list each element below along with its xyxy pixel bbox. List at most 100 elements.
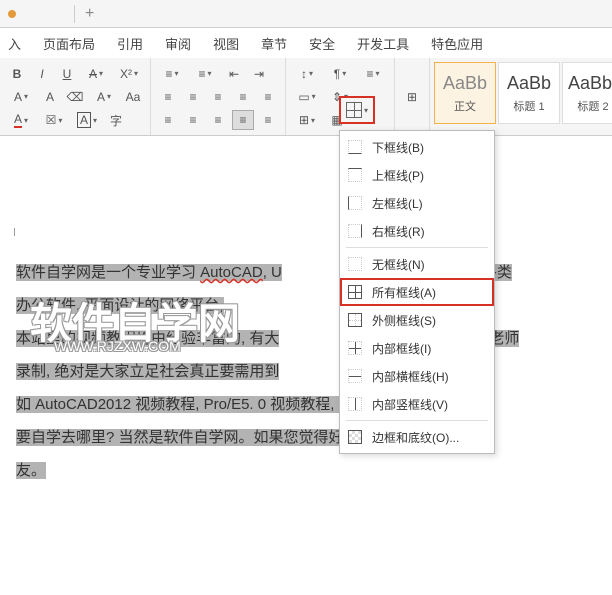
align-left2-button[interactable]: ≡ bbox=[157, 110, 179, 130]
styles-gallery: AaBb 正文 AaBb 标题 1 AaBb( 标题 2 bbox=[430, 58, 612, 135]
borders-dropdown-menu: 下框线(B) 上框线(P) 左框线(L) 右框线(R) 无框线(N) 所有框线(… bbox=[339, 130, 495, 454]
align-center2-button[interactable]: ≡ bbox=[182, 110, 204, 130]
align-center-button[interactable]: ≡ bbox=[182, 87, 204, 107]
menu-label: 内部框线(I) bbox=[372, 340, 431, 357]
border-left-item[interactable]: 左框线(L) bbox=[340, 189, 494, 217]
style-preview: AaBb( bbox=[568, 73, 612, 94]
border-inside-h-item[interactable]: 内部横框线(H) bbox=[340, 362, 494, 390]
menu-label: 内部竖框线(V) bbox=[372, 396, 448, 413]
paragraph: 录制, 绝对是大家立足社会真正要需用到 bbox=[16, 355, 596, 388]
style-preview: AaBb bbox=[443, 73, 487, 94]
borders-shading-icon bbox=[348, 430, 362, 444]
border-inside-v-icon bbox=[348, 397, 362, 411]
align-distributed-button[interactable]: ≡ bbox=[257, 87, 279, 107]
show-marks-button[interactable]: ¶▾ bbox=[325, 64, 355, 84]
borders-icon bbox=[346, 102, 362, 118]
ribbon-tab-review[interactable]: 审阅 bbox=[165, 34, 191, 53]
menu-label: 内部横框线(H) bbox=[372, 368, 449, 385]
menu-separator bbox=[346, 420, 488, 421]
border-none-item[interactable]: 无框线(N) bbox=[340, 250, 494, 278]
ribbon-tab-strip: 入 页面布局 引用 审阅 视图 章节 安全 开发工具 特色应用 bbox=[0, 28, 612, 58]
char-border-button[interactable]: A▾ bbox=[72, 110, 102, 130]
font-color-button[interactable]: A▾ bbox=[6, 110, 36, 130]
borders-dropdown-button[interactable]: ▾ bbox=[339, 96, 375, 124]
menu-separator bbox=[346, 247, 488, 248]
ribbon-tab-security[interactable]: 安全 bbox=[309, 34, 335, 53]
bold-button[interactable]: B bbox=[6, 64, 28, 84]
modified-indicator-icon bbox=[8, 10, 16, 18]
ribbon-tab-developer[interactable]: 开发工具 bbox=[357, 34, 409, 53]
orientation-button[interactable]: ▭▾ bbox=[292, 87, 322, 107]
menu-label: 无框线(N) bbox=[372, 256, 425, 273]
style-label: 标题 2 bbox=[577, 98, 608, 114]
border-right-item[interactable]: 右框线(R) bbox=[340, 217, 494, 245]
underline-button[interactable]: U bbox=[56, 64, 78, 84]
menu-label: 所有框线(A) bbox=[372, 284, 436, 301]
paragraph: 软件自学网是一个专业学习 AutoCAD, U筑等各类 bbox=[16, 256, 596, 289]
increase-indent-button[interactable]: ⇥ bbox=[248, 64, 270, 84]
menu-label: 上框线(P) bbox=[372, 167, 424, 184]
style-label: 正文 bbox=[454, 98, 476, 114]
border-none-icon bbox=[348, 257, 362, 271]
style-label: 标题 1 bbox=[513, 98, 544, 114]
ribbon-tab-special[interactable]: 特色应用 bbox=[431, 34, 483, 53]
grow-font-button[interactable]: A bbox=[39, 87, 61, 107]
superscript-button[interactable]: X²▾ bbox=[114, 64, 144, 84]
clear-format-button[interactable]: ⌫ bbox=[64, 87, 86, 107]
decrease-indent-button[interactable]: ⇤ bbox=[223, 64, 245, 84]
border-top-item[interactable]: 上框线(P) bbox=[340, 161, 494, 189]
text-effects-button[interactable]: A▾ bbox=[89, 87, 119, 107]
style-heading1[interactable]: AaBb 标题 1 bbox=[498, 62, 560, 124]
paragraph-group: ≡▾ ≡▾ ⇤ ⇥ ≡ ≡ ≡ ≡ ≡ ≡ ≡ ≡ ≡ ≡ bbox=[151, 58, 286, 135]
border-all-icon bbox=[348, 285, 362, 299]
border-all-item[interactable]: 所有框线(A) bbox=[340, 278, 494, 306]
ribbon-tab-page-layout[interactable]: 页面布局 bbox=[43, 34, 95, 53]
paragraph: 办公软件, 平面设计的网络平台, bbox=[16, 289, 596, 322]
menu-label: 左框线(L) bbox=[372, 195, 423, 212]
bullet-list-button[interactable]: ≡▾ bbox=[157, 64, 187, 84]
style-normal[interactable]: AaBb 正文 bbox=[434, 62, 496, 124]
ribbon-tab-view[interactable]: 视图 bbox=[213, 34, 239, 53]
style-preview: AaBb bbox=[507, 73, 551, 94]
align-justify-button[interactable]: ≡ bbox=[232, 87, 254, 107]
phonetic-button[interactable]: 字 bbox=[105, 110, 127, 130]
border-right-icon bbox=[348, 224, 362, 238]
align-right-button[interactable]: ≡ bbox=[207, 87, 229, 107]
align-right2-button[interactable]: ≡ bbox=[207, 110, 229, 130]
font-group: B I U A▾ X²▾ A▾ A ⌫ A▾ Aa A▾ ☒▾ A▾ 字 bbox=[0, 58, 151, 135]
strikethrough-button[interactable]: A▾ bbox=[81, 64, 111, 84]
highlight-button[interactable]: A▾ bbox=[6, 87, 36, 107]
ribbon-tab-chapter[interactable]: 章节 bbox=[261, 34, 287, 53]
align-left-button[interactable]: ≡ bbox=[157, 87, 179, 107]
document-tab[interactable] bbox=[0, 0, 74, 27]
style-heading2[interactable]: AaBb( 标题 2 bbox=[562, 62, 612, 124]
menu-label: 下框线(B) bbox=[372, 139, 424, 156]
border-inside-icon bbox=[348, 341, 362, 355]
add-tab-button[interactable]: + bbox=[75, 5, 104, 23]
align-distributed2-button[interactable]: ≡ bbox=[257, 110, 279, 130]
insert-button[interactable]: ⊞ bbox=[401, 87, 423, 107]
document-content[interactable]: 软件自学网是一个专业学习 AutoCAD, U筑等各类 办公软件, 平面设计的网… bbox=[0, 236, 612, 507]
tab-button[interactable]: ⊞▾ bbox=[292, 110, 322, 130]
case-button[interactable]: Aa bbox=[122, 87, 144, 107]
shading-button[interactable]: ☒▾ bbox=[39, 110, 69, 130]
number-list-button[interactable]: ≡▾ bbox=[190, 64, 220, 84]
paragraph: 本站里的视频教程均由经验丰富的, 有大资深老师 bbox=[16, 322, 596, 355]
line-spacing-button[interactable]: ≡▾ bbox=[358, 64, 388, 84]
border-outside-item[interactable]: 外侧框线(S) bbox=[340, 306, 494, 334]
ribbon-tab-insert[interactable]: 入 bbox=[8, 34, 21, 53]
border-inside-item[interactable]: 内部框线(I) bbox=[340, 334, 494, 362]
borders-shading-item[interactable]: 边框和底纹(O)... bbox=[340, 423, 494, 451]
border-bottom-item[interactable]: 下框线(B) bbox=[340, 133, 494, 161]
border-bottom-icon bbox=[348, 140, 362, 154]
ribbon-tab-references[interactable]: 引用 bbox=[117, 34, 143, 53]
border-top-icon bbox=[348, 168, 362, 182]
border-inside-v-item[interactable]: 内部竖框线(V) bbox=[340, 390, 494, 418]
align-justify2-button[interactable]: ≡ bbox=[232, 110, 254, 130]
paragraph: 如 AutoCAD2012 视频教程, Pro/E5. 0 视频教程, UG8.… bbox=[16, 388, 596, 421]
sort-button[interactable]: ↕▾ bbox=[292, 64, 322, 84]
border-inside-h-icon bbox=[348, 369, 362, 383]
italic-button[interactable]: I bbox=[31, 64, 53, 84]
paragraph: 友。 bbox=[16, 454, 596, 487]
ribbon-toolbar: B I U A▾ X²▾ A▾ A ⌫ A▾ Aa A▾ ☒▾ A▾ 字 bbox=[0, 58, 612, 136]
